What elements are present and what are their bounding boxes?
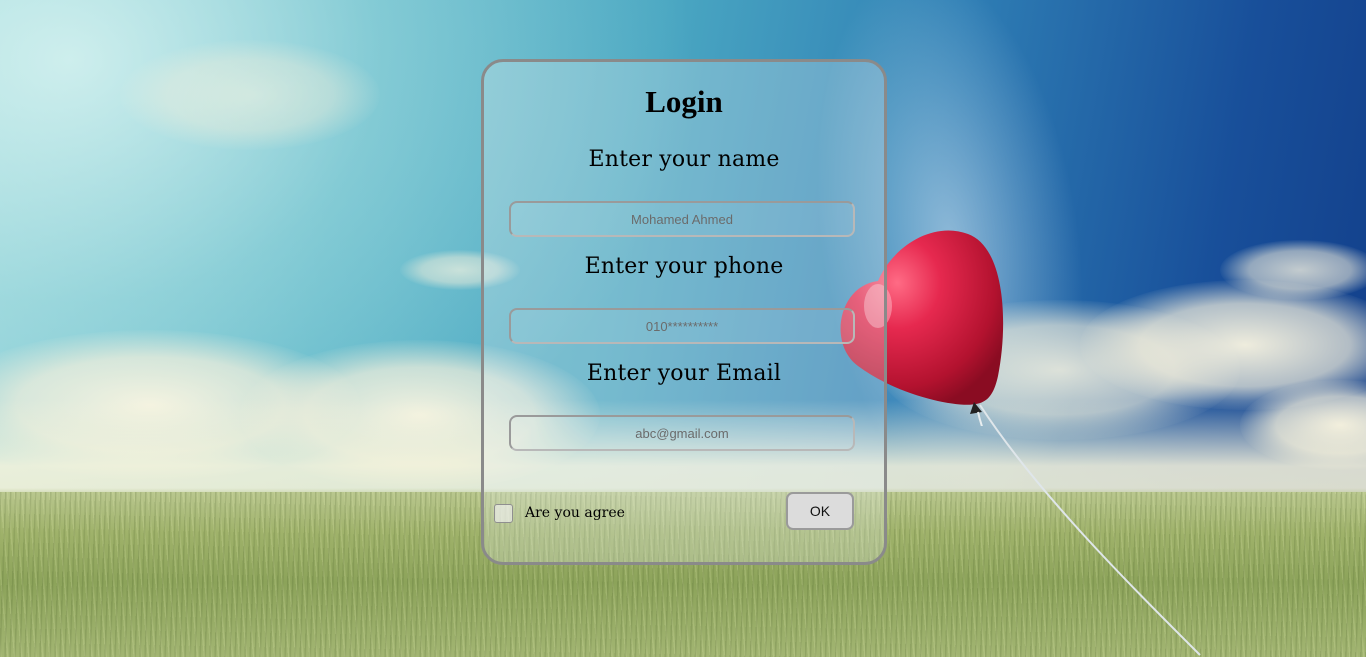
cloud — [1220, 240, 1366, 300]
agree-row: Are you agree — [494, 502, 625, 524]
phone-input[interactable] — [509, 308, 855, 344]
login-card: Login Enter your name Enter your phone E… — [481, 59, 887, 565]
ok-button[interactable]: OK — [786, 492, 854, 530]
phone-label: Enter your phone — [584, 254, 784, 279]
login-title: Login — [645, 84, 723, 119]
agree-checkbox[interactable] — [494, 503, 513, 523]
email-label: Enter your Email — [586, 361, 782, 386]
name-label: Enter your name — [588, 147, 780, 172]
agree-label: Are you agree — [525, 505, 625, 521]
email-input[interactable] — [509, 415, 855, 451]
balloon-string-long — [979, 404, 1201, 656]
cloud — [120, 40, 380, 150]
name-input[interactable] — [509, 201, 855, 237]
